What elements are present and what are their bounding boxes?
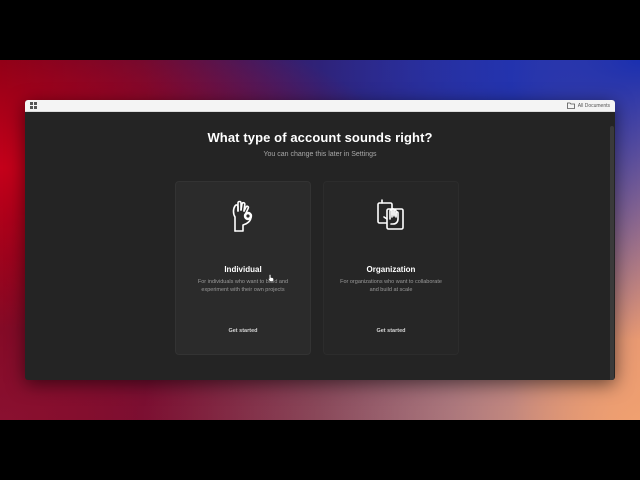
folder-selector[interactable]: All Documents <box>566 101 610 110</box>
account-type-card-organization[interactable]: Organization For organizations who want … <box>323 181 459 355</box>
page-title: What type of account sounds right? <box>207 130 433 145</box>
page-subtitle: You can change this later in Settings <box>263 151 377 158</box>
folder-icon <box>566 102 575 109</box>
get-started-individual-button[interactable]: Get started <box>176 328 310 334</box>
card-description-organization: For organizations who want to collaborat… <box>340 279 442 293</box>
vertical-scrollbar[interactable] <box>610 126 614 380</box>
hand-ok-icon <box>232 200 253 232</box>
card-title-individual: Individual <box>224 265 262 274</box>
get-started-organization-button[interactable]: Get started <box>324 328 458 334</box>
account-type-card-individual[interactable]: Individual For individuals who want to b… <box>175 181 311 355</box>
app-grid-icon[interactable] <box>30 102 37 109</box>
window-titlebar: All Documents <box>25 100 615 112</box>
app-window: All Documents What type of account sound… <box>25 100 615 380</box>
folder-label: All Documents <box>577 102 610 109</box>
onboarding-content: What type of account sounds right? You c… <box>25 112 615 380</box>
card-title-organization: Organization <box>366 265 416 274</box>
hands-cards-icon <box>377 199 404 230</box>
card-description-individual: For individuals who want to build and ex… <box>197 279 289 293</box>
pointer-cursor-icon <box>268 274 274 282</box>
